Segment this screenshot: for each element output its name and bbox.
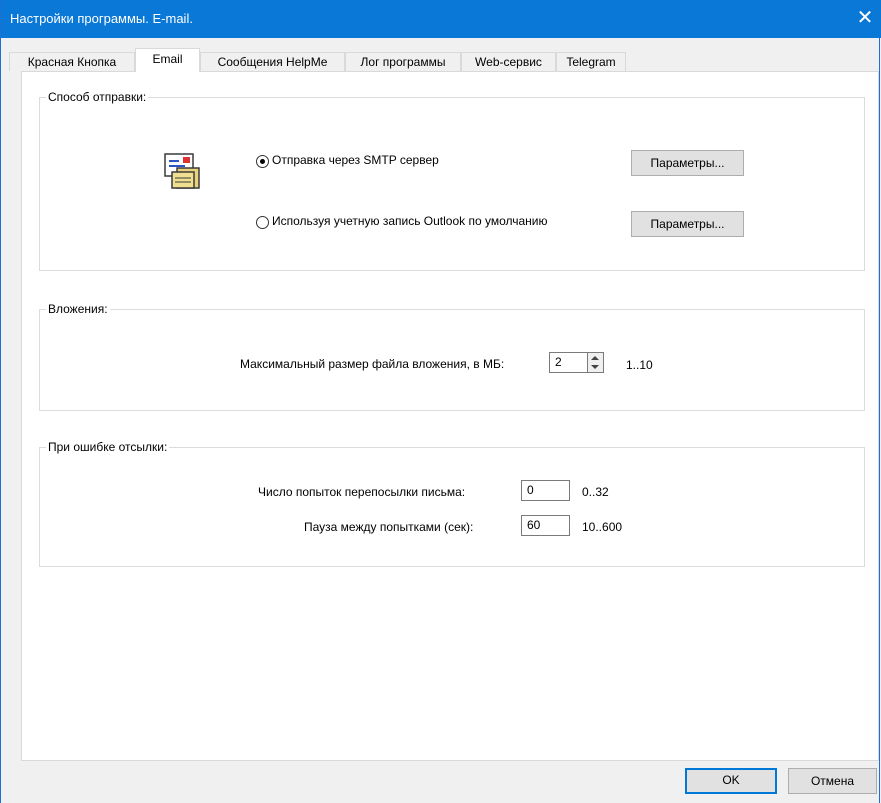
tab-telegram[interactable]: Telegram — [556, 52, 626, 71]
tab-red-button[interactable]: Красная Кнопка — [9, 52, 135, 71]
outlook-radio[interactable] — [256, 216, 269, 229]
max-size-spinner[interactable] — [588, 352, 604, 373]
mail-icon — [164, 153, 200, 189]
tab-helpme-messages[interactable]: Сообщения HelpMe — [200, 52, 345, 71]
on-error-legend: При ошибке отсылки: — [46, 440, 170, 454]
tab-email[interactable]: Email — [135, 48, 200, 72]
smtp-params-button[interactable]: Параметры... — [631, 150, 744, 176]
pause-label: Пауза между попытками (сек): — [304, 520, 474, 534]
max-size-range: 1..10 — [626, 358, 653, 372]
settings-window: Настройки программы. E-mail. ✕ Красная К… — [0, 0, 881, 803]
smtp-label[interactable]: Отправка через SMTP сервер — [272, 153, 439, 167]
window-title: Настройки программы. E-mail. — [10, 11, 193, 26]
send-method-group: Способ отправки: Отправка через SMTP сер… — [39, 90, 865, 271]
pause-range: 10..600 — [582, 520, 623, 534]
cancel-button[interactable]: Отмена — [788, 768, 877, 794]
close-icon[interactable]: ✕ — [848, 2, 881, 36]
smtp-radio[interactable] — [256, 155, 269, 168]
retries-range: 0..32 — [582, 485, 609, 499]
attachments-legend: Вложения: — [46, 302, 110, 316]
title-bar: Настройки программы. E-mail. ✕ — [1, 0, 881, 38]
attachments-group: Вложения: Максимальный размер файла влож… — [39, 302, 865, 411]
tab-program-log[interactable]: Лог программы — [345, 52, 461, 71]
outlook-params-button[interactable]: Параметры... — [631, 211, 744, 237]
spin-up-icon[interactable] — [591, 356, 599, 360]
dialog-button-bar: OK Отмена — [1, 761, 881, 803]
spin-down-icon[interactable] — [591, 365, 599, 369]
retries-field[interactable]: 0 — [521, 480, 570, 501]
email-tab-panel: Способ отправки: Отправка через SMTP сер… — [21, 71, 879, 761]
pause-field[interactable]: 60 — [521, 515, 570, 536]
retries-label: Число попыток перепосылки письма: — [258, 485, 466, 499]
on-error-group: При ошибке отсылки: Число попыток перепо… — [39, 440, 865, 567]
send-method-legend: Способ отправки: — [46, 90, 149, 104]
max-size-field[interactable]: 2 — [549, 352, 588, 373]
tab-web-service[interactable]: Web-сервис — [461, 52, 556, 71]
outlook-label[interactable]: Используя учетную запись Outlook по умол… — [272, 214, 548, 228]
ok-button[interactable]: OK — [685, 768, 777, 794]
max-size-label: Максимальный размер файла вложения, в МБ… — [240, 357, 505, 371]
